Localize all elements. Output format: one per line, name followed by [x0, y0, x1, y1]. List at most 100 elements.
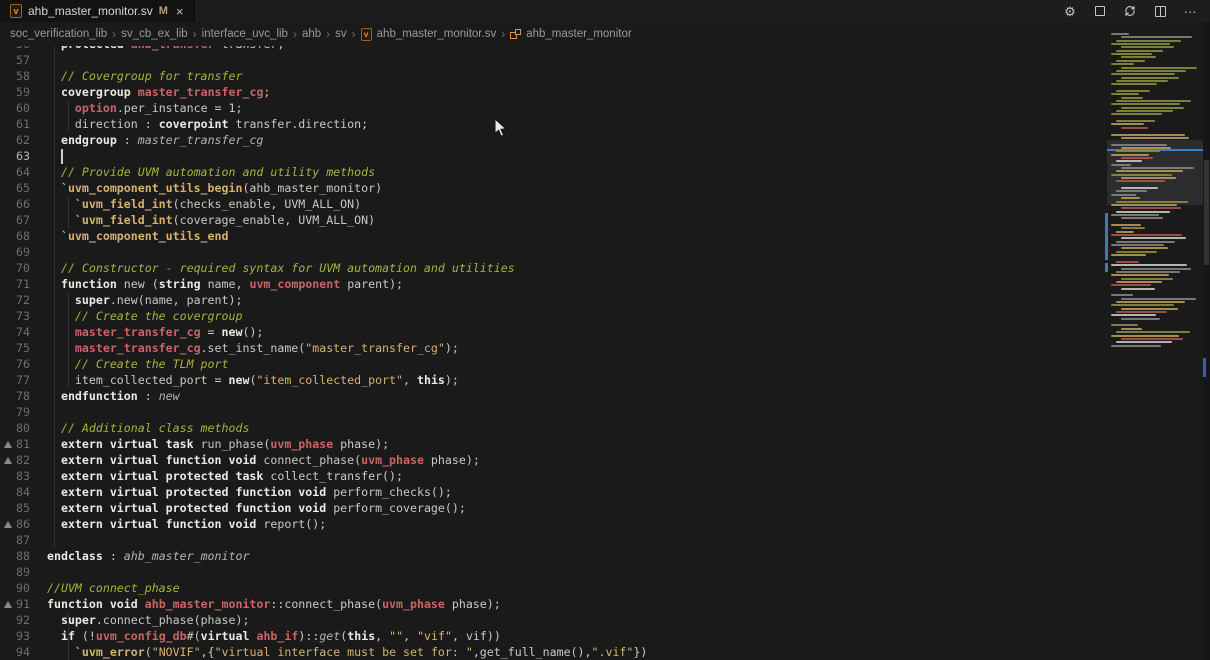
line-number[interactable]: 62	[16, 132, 30, 148]
line-number[interactable]: 83	[16, 468, 30, 484]
code-line[interactable]: 82 extern virtual function void connect_…	[0, 452, 1101, 468]
breadcrumb-item-sv_cb_ex_lib[interactable]: sv_cb_ex_lib	[121, 28, 187, 40]
scrollbar-thumb[interactable]	[1204, 160, 1209, 265]
line-number[interactable]: 60	[16, 100, 30, 116]
minimap-line	[1121, 187, 1158, 189]
layout-square-icon[interactable]	[1092, 3, 1108, 19]
line-number[interactable]: 75	[16, 340, 30, 356]
line-number[interactable]: 85	[16, 500, 30, 516]
line-number[interactable]: 94	[16, 644, 30, 660]
code-line[interactable]: 81 extern virtual task run_phase(uvm_pha…	[0, 436, 1101, 452]
minimap[interactable]	[1107, 22, 1203, 660]
line-number[interactable]: 90	[16, 580, 30, 596]
code-line[interactable]: 94 `uvm_error("NOVIF",{"virtual interfac…	[0, 644, 1101, 660]
code-line[interactable]: 93 if (!uvm_config_db#(virtual ahb_if)::…	[0, 628, 1101, 644]
code-line[interactable]: 71 function new (string name, uvm_compon…	[0, 276, 1101, 292]
line-number[interactable]: 74	[16, 324, 30, 340]
code-editor[interactable]: 56 protected ahb_transfer transfer;5758 …	[0, 46, 1101, 660]
line-number[interactable]: 68	[16, 228, 30, 244]
vertical-scrollbar[interactable]	[1203, 22, 1210, 660]
line-number[interactable]: 72	[16, 292, 30, 308]
code-line[interactable]: 68 `uvm_component_utils_end	[0, 228, 1101, 244]
code-line[interactable]: 60 option.per_instance = 1;	[0, 100, 1101, 116]
line-number[interactable]: 58	[16, 68, 30, 84]
code-line[interactable]: 84 extern virtual protected function voi…	[0, 484, 1101, 500]
line-number[interactable]: 89	[16, 564, 30, 580]
code-line[interactable]: 67 `uvm_field_int(coverage_enable, UVM_A…	[0, 212, 1101, 228]
line-number[interactable]: 92	[16, 612, 30, 628]
code-line[interactable]: 73 // Create the covergroup	[0, 308, 1101, 324]
line-number[interactable]: 82	[16, 452, 30, 468]
code-line[interactable]: 57	[0, 52, 1101, 68]
gutter-marker-icon[interactable]	[0, 516, 16, 532]
split-editor-icon[interactable]	[1152, 3, 1168, 19]
code-line[interactable]: 74 master_transfer_cg = new();	[0, 324, 1101, 340]
tab-ahb-master-monitor[interactable]: v ahb_master_monitor.sv M ×	[0, 0, 195, 22]
line-number[interactable]: 66	[16, 196, 30, 212]
code-line[interactable]: 91function void ahb_master_monitor::conn…	[0, 596, 1101, 612]
sync-changes-icon[interactable]	[1122, 3, 1138, 19]
line-number[interactable]: 93	[16, 628, 30, 644]
line-number[interactable]: 69	[16, 244, 30, 260]
code-line[interactable]: 80 // Additional class methods	[0, 420, 1101, 436]
code-line[interactable]: 63	[0, 148, 1101, 164]
code-line[interactable]: 89	[0, 564, 1101, 580]
line-number[interactable]: 65	[16, 180, 30, 196]
code-line[interactable]: 66 `uvm_field_int(checks_enable, UVM_ALL…	[0, 196, 1101, 212]
breadcrumb-item-sv[interactable]: sv	[335, 28, 347, 40]
line-number[interactable]: 88	[16, 548, 30, 564]
code-line[interactable]: 59 covergroup master_transfer_cg;	[0, 84, 1101, 100]
gutter-marker-icon[interactable]	[0, 596, 16, 612]
line-number[interactable]: 81	[16, 436, 30, 452]
breadcrumb-item-symbol[interactable]: ahb_master_monitor	[510, 28, 631, 40]
code-line[interactable]: 65 `uvm_component_utils_begin(ahb_master…	[0, 180, 1101, 196]
code-line[interactable]: 61 direction : coverpoint transfer.direc…	[0, 116, 1101, 132]
code-line[interactable]: 62 endgroup : master_transfer_cg	[0, 132, 1101, 148]
line-number[interactable]: 76	[16, 356, 30, 372]
line-number[interactable]: 57	[16, 52, 30, 68]
minimap-line	[1121, 157, 1153, 159]
tab-close-icon[interactable]: ×	[176, 5, 184, 18]
code-line[interactable]: 90//UVM connect_phase	[0, 580, 1101, 596]
code-line[interactable]: 76 // Create the TLM port	[0, 356, 1101, 372]
breadcrumb-item-soc_verification_lib[interactable]: soc_verification_lib	[10, 28, 107, 40]
line-number[interactable]: 67	[16, 212, 30, 228]
code-line[interactable]: 69	[0, 244, 1101, 260]
line-number[interactable]: 73	[16, 308, 30, 324]
line-number[interactable]: 91	[16, 596, 30, 612]
line-number[interactable]: 87	[16, 532, 30, 548]
gutter-marker-icon[interactable]	[0, 436, 16, 452]
code-line[interactable]: 77 item_collected_port = new("item_colle…	[0, 372, 1101, 388]
line-number[interactable]: 59	[16, 84, 30, 100]
line-number[interactable]: 78	[16, 388, 30, 404]
code-line[interactable]: 87	[0, 532, 1101, 548]
code-line[interactable]: 86 extern virtual function void report()…	[0, 516, 1101, 532]
line-number[interactable]: 77	[16, 372, 30, 388]
more-actions-icon[interactable]: ···	[1182, 3, 1198, 19]
breadcrumb-item-interface_uvc_lib[interactable]: interface_uvc_lib	[202, 28, 288, 40]
settings-gear-icon[interactable]: ⚙	[1062, 3, 1078, 19]
code-line[interactable]: 72 super.new(name, parent);	[0, 292, 1101, 308]
gutter-marker-icon[interactable]	[0, 452, 16, 468]
line-number[interactable]: 70	[16, 260, 30, 276]
code-line[interactable]: 75 master_transfer_cg.set_inst_name("mas…	[0, 340, 1101, 356]
code-line[interactable]: 70 // Constructor - required syntax for …	[0, 260, 1101, 276]
line-number[interactable]: 84	[16, 484, 30, 500]
line-number[interactable]: 71	[16, 276, 30, 292]
breadcrumb-item-ahb[interactable]: ahb	[302, 28, 321, 40]
code-line[interactable]: 64 // Provide UVM automation and utility…	[0, 164, 1101, 180]
code-line[interactable]: 88endclass : ahb_master_monitor	[0, 548, 1101, 564]
code-line[interactable]: 83 extern virtual protected task collect…	[0, 468, 1101, 484]
line-number[interactable]: 80	[16, 420, 30, 436]
line-number[interactable]: 64	[16, 164, 30, 180]
breadcrumb-item-file[interactable]: vahb_master_monitor.sv	[361, 28, 497, 41]
line-number[interactable]: 86	[16, 516, 30, 532]
code-line[interactable]: 85 extern virtual protected function voi…	[0, 500, 1101, 516]
code-line[interactable]: 79	[0, 404, 1101, 420]
code-line[interactable]: 58 // Covergroup for transfer	[0, 68, 1101, 84]
line-number[interactable]: 63	[16, 148, 30, 164]
line-number[interactable]: 79	[16, 404, 30, 420]
code-line[interactable]: 78 endfunction : new	[0, 388, 1101, 404]
line-number[interactable]: 61	[16, 116, 30, 132]
code-line[interactable]: 92 super.connect_phase(phase);	[0, 612, 1101, 628]
